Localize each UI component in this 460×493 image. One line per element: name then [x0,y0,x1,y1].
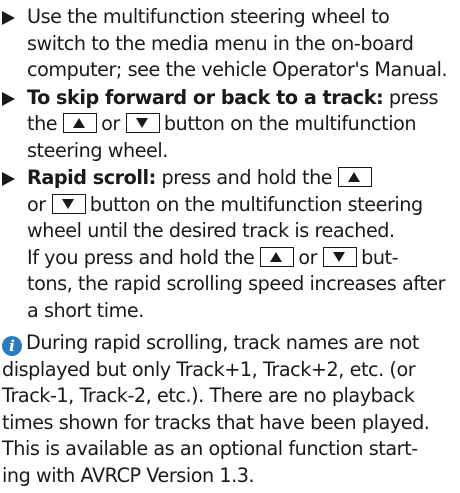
down-arrow-key-icon [51,193,86,214]
text-line: i During rapid scrolling, track names are… [2,330,460,357]
text-line: tons, the rapid scrolling speed increase… [27,272,446,295]
bullet-arrow-icon [2,91,15,106]
text-line: switch to the media menu in the on-board [27,31,414,55]
list-item: To skip forward or back to a track: pres… [0,85,460,165]
text-line: displayed but only Track+1, Track+2, etc… [2,357,416,381]
text-line: the or button on the multifunction [27,112,417,135]
text-line: If you press and hold the or but- [27,245,399,269]
step-heading: To skip forward or back to a track: [27,85,384,109]
up-arrow-key-icon [260,246,295,267]
text-line: times shown for tracks that have been pl… [2,410,430,434]
text-line: computer; see the vehicle Operator's Man… [27,58,448,81]
text-line: Track-1, Track-2, etc.). There are no pl… [2,384,415,407]
text-line: or button on the multifunction steering [27,192,423,216]
text-line: Rapid scroll: press and hold the [27,165,460,192]
down-arrow-key-icon [125,113,160,133]
text-line: a short time. [27,298,144,322]
info-icon: i [2,336,22,356]
text-line: Use the multifunction steering wheel to [27,5,390,28]
down-arrow-key-icon [323,246,358,267]
up-arrow-key-icon [63,113,98,133]
text-line: ing with AVRCP Version 1.3. [2,463,255,487]
text-line: wheel until the desired track is reached… [27,219,395,242]
info-note: i During rapid scrolling, track names are… [0,330,460,489]
text-line: steering wheel. [27,138,168,162]
text-line: This is available as an optional functio… [2,437,418,460]
text-line: To skip forward or back to a track: pres… [27,85,439,109]
list-item: Use the multifunction steering wheel to … [0,4,460,84]
up-arrow-key-icon [338,167,373,187]
list-item: Rapid scroll: press and hold the or butto… [0,165,460,324]
instruction-list: Use the multifunction steering wheel to … [0,4,460,324]
bullet-arrow-icon [2,172,15,186]
bullet-arrow-icon [2,11,15,25]
step-heading: Rapid scroll: [27,166,156,189]
